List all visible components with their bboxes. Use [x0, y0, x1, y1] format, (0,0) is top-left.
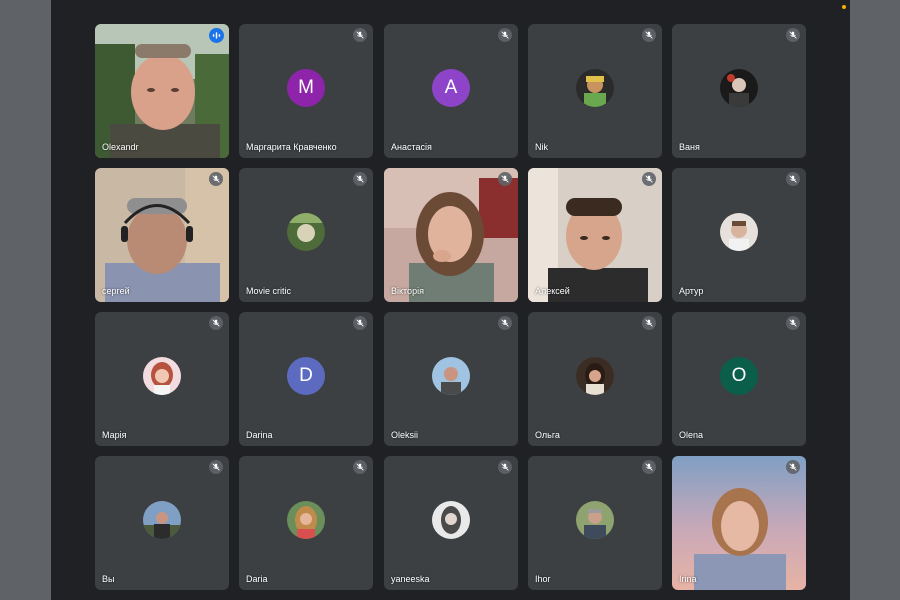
avatar: D — [287, 357, 325, 395]
participant-tile-daria[interactable]: Daria — [239, 456, 373, 590]
avatar — [720, 213, 758, 251]
mic-off-icon — [786, 28, 800, 42]
avatar — [143, 501, 181, 539]
participant-name: Olena — [679, 430, 704, 440]
avatar: A — [432, 69, 470, 107]
mic-off-icon — [786, 460, 800, 474]
participant-name: Вікторія — [391, 286, 424, 296]
participant-name: Olexandr — [102, 142, 139, 152]
participant-name: Irina — [679, 574, 697, 584]
participant-tile-viktoria[interactable]: Вікторія — [384, 168, 518, 302]
notification-dot — [842, 5, 846, 9]
mic-off-icon — [353, 172, 367, 186]
avatar-letter: D — [299, 365, 313, 386]
participant-video — [384, 168, 518, 302]
participant-tile-olexandr[interactable]: Olexandr — [95, 24, 229, 158]
participant-tile-oleksii[interactable]: Oleksii — [384, 312, 518, 446]
avatar — [432, 357, 470, 395]
participant-name: Артур — [679, 286, 704, 296]
participant-tile-ihor[interactable]: Ihor — [528, 456, 662, 590]
avatar-letter: A — [444, 77, 458, 98]
participant-name: yaneeska — [391, 574, 430, 584]
avatar — [720, 69, 758, 107]
participant-tile-vy[interactable]: Вы — [95, 456, 229, 590]
mic-off-icon — [209, 316, 223, 330]
speaking-indicator-icon — [209, 28, 224, 43]
participant-tile-artur[interactable]: Артур — [672, 168, 806, 302]
participant-name: Oleksii — [391, 430, 419, 440]
participant-name: Ольга — [535, 430, 560, 440]
participant-name: Ihor — [535, 574, 551, 584]
mic-off-icon — [209, 460, 223, 474]
participant-tile-olga[interactable]: Ольга — [528, 312, 662, 446]
participant-tile-vanya[interactable]: Ваня — [672, 24, 806, 158]
avatar — [143, 357, 181, 395]
participant-tile-maria[interactable]: Марія — [95, 312, 229, 446]
participant-name: сергей — [102, 286, 130, 296]
participant-tile-margarita[interactable]: M Маргарита Кравченко — [239, 24, 373, 158]
participant-tile-aleksey[interactable]: Алексей — [528, 168, 662, 302]
participant-tile-nik[interactable]: Nik — [528, 24, 662, 158]
mic-off-icon — [209, 172, 223, 186]
participant-tile-darina[interactable]: D Darina — [239, 312, 373, 446]
avatar: M — [287, 69, 325, 107]
mic-off-icon — [642, 172, 656, 186]
participant-name: Марія — [102, 430, 127, 440]
avatar: O — [720, 357, 758, 395]
mic-off-icon — [642, 460, 656, 474]
participant-video — [95, 168, 229, 302]
participant-tile-movie-critic[interactable]: Movie critic — [239, 168, 373, 302]
participant-tile-irina[interactable]: Irina — [672, 456, 806, 590]
mic-off-icon — [353, 316, 367, 330]
participant-video — [95, 24, 229, 158]
participant-tile-olena[interactable]: O Olena — [672, 312, 806, 446]
mic-off-icon — [498, 460, 512, 474]
avatar-letter: M — [298, 77, 314, 98]
mic-off-icon — [498, 316, 512, 330]
avatar — [576, 69, 614, 107]
participant-video — [672, 456, 806, 590]
mic-off-icon — [353, 28, 367, 42]
avatar — [576, 501, 614, 539]
participant-name: Darina — [246, 430, 273, 440]
participant-video — [528, 168, 662, 302]
mic-off-icon — [498, 28, 512, 42]
participant-tile-anastasia[interactable]: A Анастасія — [384, 24, 518, 158]
participant-name: Daria — [246, 574, 268, 584]
participant-name: Ваня — [679, 142, 700, 152]
avatar — [432, 501, 470, 539]
participant-name: Movie critic — [246, 286, 292, 296]
mic-off-icon — [786, 172, 800, 186]
mic-off-icon — [642, 28, 656, 42]
avatar — [576, 357, 614, 395]
participant-name: Анастасія — [391, 142, 432, 152]
participant-name: Маргарита Кравченко — [246, 142, 337, 152]
mic-off-icon — [786, 316, 800, 330]
mic-off-icon — [353, 460, 367, 474]
participant-tile-sergey[interactable]: сергей — [95, 168, 229, 302]
participant-name: Вы — [102, 574, 115, 584]
avatar-letter: O — [731, 365, 747, 386]
avatar — [287, 501, 325, 539]
mic-off-icon — [642, 316, 656, 330]
participant-name: Алексей — [535, 286, 570, 296]
mic-off-icon — [498, 172, 512, 186]
participant-tile-yaneeska[interactable]: yaneeska — [384, 456, 518, 590]
avatar — [287, 213, 325, 251]
participant-name: Nik — [535, 142, 548, 152]
